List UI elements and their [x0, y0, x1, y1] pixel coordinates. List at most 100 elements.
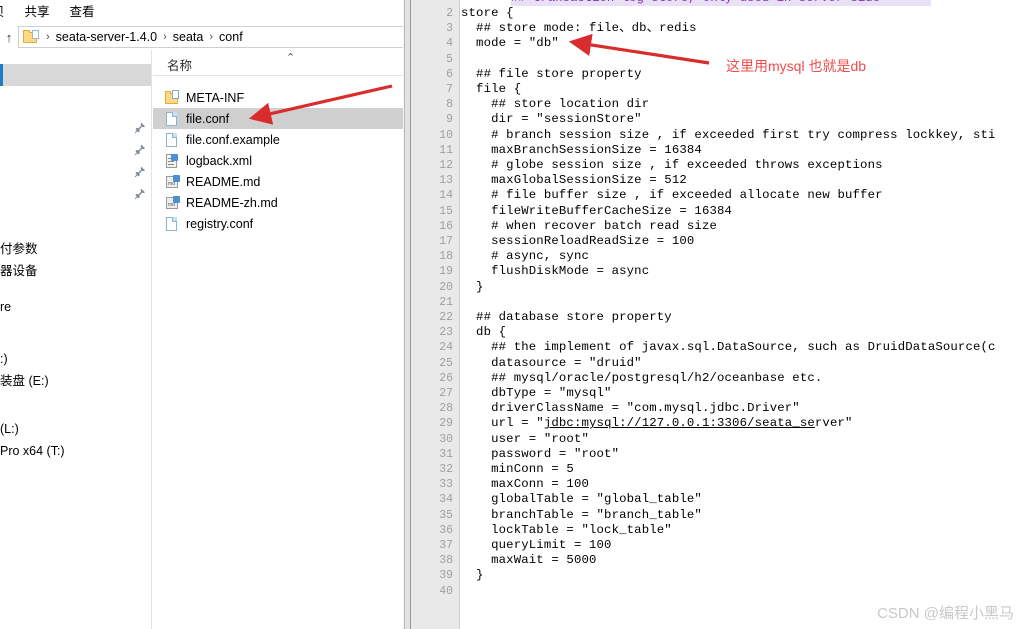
file-row-readme-zh-md[interactable]: md README-zh.md: [153, 192, 403, 213]
line-number: 35: [439, 508, 453, 522]
code-line: maxGlobalSessionSize = 512: [461, 173, 687, 188]
nav-item-2[interactable]: 器设备: [0, 260, 38, 282]
line-number: 5: [446, 52, 453, 66]
code-line: sessionReloadReadSize = 100: [461, 234, 695, 248]
breadcrumb-item-0[interactable]: seata-server-1.4.0: [54, 30, 159, 44]
nav-item-selected[interactable]: [0, 64, 151, 86]
line-number: 36: [439, 523, 453, 537]
file-name: registry.conf: [186, 216, 254, 231]
ribbon-tab-view[interactable]: 查看: [60, 0, 105, 24]
file-row-meta-inf[interactable]: META-INF: [153, 87, 403, 108]
line-number: 40: [439, 584, 453, 598]
nav-item-7[interactable]: Pro x64 (T:): [0, 440, 65, 462]
code-line: dbType = "mysql": [461, 386, 612, 400]
code-line: globalTable = "global_table": [461, 492, 702, 507]
ribbon-tab-share[interactable]: 共享: [15, 0, 60, 24]
line-number: 26: [439, 371, 453, 385]
code-line: file {: [461, 82, 522, 96]
line-number: 17: [439, 235, 453, 248]
code-line: driverClassName = "com.mysql.jdbc.Driver…: [461, 401, 800, 416]
line-number: 34: [439, 493, 453, 507]
nav-item-1[interactable]: 付参数: [0, 238, 38, 260]
document-icon: [165, 216, 179, 232]
code-text-area[interactable]: ## transaction log store, only used in s…: [461, 0, 1028, 629]
line-number: 6: [446, 67, 453, 81]
breadcrumb[interactable]: › seata-server-1.4.0 › seata › conf: [18, 26, 411, 48]
line-number: 37: [439, 539, 453, 552]
code-line: ## the implement of javax.sql.DataSource…: [461, 340, 996, 355]
pin-icon[interactable]: [134, 144, 146, 156]
nav-item-5[interactable]: 装盘 (E:): [0, 370, 49, 392]
line-number: 15: [439, 204, 453, 218]
line-number: 33: [439, 478, 453, 492]
folder-icon: [23, 30, 39, 44]
file-name: README-zh.md: [186, 195, 278, 210]
line-number: 39: [439, 569, 453, 583]
column-header-name[interactable]: 名称: [167, 55, 192, 74]
pin-icon[interactable]: [134, 122, 146, 134]
code-line: maxWait = 5000: [461, 553, 597, 568]
file-name: file.conf.example: [186, 132, 280, 147]
window-edge-divider: [404, 0, 411, 629]
code-line: datasource = "druid": [461, 355, 642, 370]
xml-file-icon: [165, 153, 179, 169]
breadcrumb-item-2[interactable]: conf: [217, 30, 245, 44]
file-name: logback.xml: [186, 153, 252, 168]
code-line: # globe session size , if exceeded throw…: [461, 158, 883, 172]
document-icon: [165, 111, 179, 127]
nav-item-4[interactable]: :): [0, 348, 8, 370]
line-number: 22: [439, 311, 453, 324]
file-row-file-conf-example[interactable]: file.conf.example: [153, 129, 403, 150]
file-list-pane: 名称 ⌃ META-INF file.conf file.conf.exampl…: [153, 50, 403, 629]
line-number: 21: [439, 295, 453, 309]
nav-item-3[interactable]: re: [0, 296, 11, 318]
code-line: url = "jdbc:mysql://127.0.0.1:3306/seata…: [461, 416, 853, 431]
watermark: CSDN @编程小黑马: [877, 605, 1014, 622]
code-line: dir = "sessionStore": [461, 112, 642, 127]
code-line: branchTable = "branch_table": [461, 507, 702, 522]
pin-icon[interactable]: [134, 188, 146, 200]
code-line: ## store location dir: [461, 97, 650, 112]
code-line: minConn = 5: [461, 462, 574, 476]
file-row-readme-md[interactable]: md README.md: [153, 171, 403, 192]
line-number: 16: [439, 219, 453, 233]
line-number: 10: [439, 128, 453, 142]
ribbon-tab-partial[interactable]: 贝: [0, 0, 15, 24]
pin-icon[interactable]: [134, 166, 146, 178]
column-header-row: 名称 ⌃: [153, 50, 403, 76]
line-number: 3: [446, 22, 453, 36]
line-number: 29: [439, 417, 453, 431]
file-row-logback-xml[interactable]: logback.xml: [153, 150, 403, 171]
sort-ascending-icon: ⌃: [286, 52, 296, 64]
line-number: 28: [439, 402, 453, 416]
line-number: 13: [439, 174, 453, 188]
document-icon: [165, 132, 179, 148]
code-line: # file buffer size , if exceeded allocat…: [461, 188, 883, 203]
code-link[interactable]: jdbc:mysql://127.0.0.1:3306/seata_se: [544, 416, 815, 430]
code-editor: 2 3 4 5 6 7 8 9 10 11 12 13 14 15 16 17 18 19 20 21 22 23 24 25…: [411, 0, 1028, 629]
breadcrumb-item-1[interactable]: seata: [171, 30, 206, 44]
ribbon-tab-strip: 贝 共享 查看: [0, 0, 411, 24]
file-row-registry-conf[interactable]: registry.conf: [153, 213, 403, 234]
line-number: 7: [446, 83, 453, 96]
file-name: README.md: [186, 174, 261, 189]
line-number: 38: [439, 554, 453, 568]
screenshot-root: 贝 共享 查看 ↑ › seata-server-1.4.0 › seata ›…: [0, 0, 1028, 629]
nav-item-6[interactable]: (L:): [0, 418, 19, 440]
code-line: queryLimit = 100: [461, 538, 612, 552]
line-number: 8: [446, 98, 453, 112]
line-number: 4: [446, 37, 453, 51]
file-row-file-conf[interactable]: file.conf: [153, 108, 403, 129]
line-number: 20: [439, 280, 453, 294]
up-one-level-button[interactable]: ↑: [0, 30, 18, 45]
code-line: # when recover batch read size: [461, 218, 717, 233]
code-line: }: [461, 279, 484, 294]
code-line: user = "root": [461, 431, 589, 446]
line-number: 18: [439, 250, 453, 264]
breadcrumb-separator-0: ›: [46, 31, 50, 43]
address-bar: ↑ › seata-server-1.4.0 › seata › conf: [0, 24, 411, 50]
line-number: 12: [439, 159, 453, 172]
line-number: 23: [439, 326, 453, 340]
code-line: fileWriteBufferCacheSize = 16384: [461, 203, 733, 218]
line-number: 11: [439, 143, 453, 157]
